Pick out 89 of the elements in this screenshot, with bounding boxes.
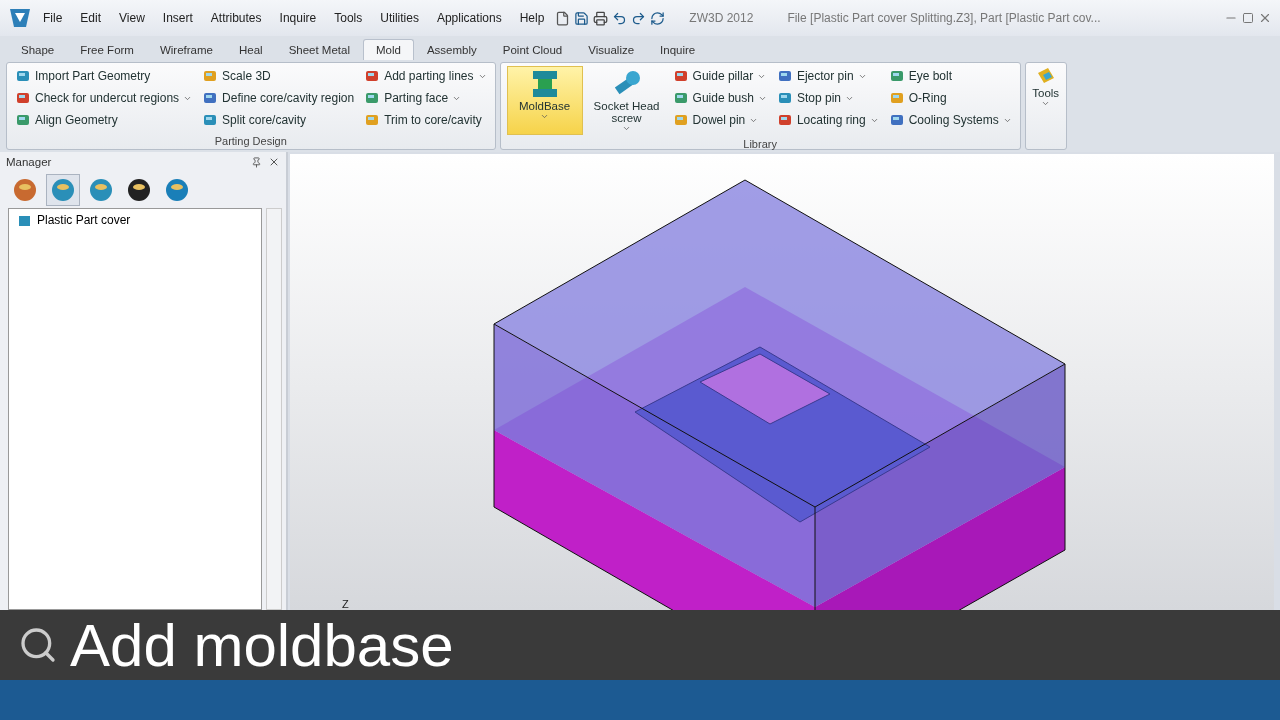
ribbon-button[interactable]: Import Part Geometry — [13, 66, 195, 86]
tool-icon — [888, 112, 905, 128]
dropdown-caret-icon — [1041, 99, 1051, 108]
tool-icon — [202, 90, 219, 106]
tab-icon — [11, 177, 39, 203]
scrollbar[interactable] — [266, 208, 282, 610]
ribbon-tab[interactable]: Wireframe — [146, 39, 226, 60]
window-title: File [Plastic Part cover Splitting.Z3], Part [Plastic Part cov... — [787, 11, 1101, 25]
tool-icon — [776, 90, 793, 106]
ribbon-button[interactable]: Scale 3D — [200, 66, 357, 86]
maximize-icon[interactable] — [1242, 12, 1254, 24]
save-icon[interactable] — [574, 10, 590, 26]
tool-icon — [776, 112, 793, 128]
tool-icon — [15, 68, 31, 84]
menu-item[interactable]: Inquire — [272, 11, 324, 25]
tool-icon — [15, 90, 31, 106]
axis-label: Z — [342, 598, 349, 610]
ribbon-tab[interactable]: Shape — [8, 39, 68, 60]
ribbon-tab[interactable]: Assembly — [413, 39, 490, 60]
panel-title: Manager — [6, 156, 52, 168]
tab-icon — [49, 177, 77, 203]
pin-icon[interactable] — [251, 156, 262, 168]
tab-icon — [163, 177, 191, 203]
app-logo-icon — [8, 6, 32, 30]
ribbon-button[interactable]: Define core/cavity region — [200, 88, 357, 108]
new-file-icon[interactable] — [555, 10, 571, 26]
print-icon[interactable] — [593, 10, 609, 26]
undo-icon[interactable] — [612, 10, 628, 26]
tool-icon — [672, 90, 689, 106]
ribbon-button[interactable]: Add parting lines — [362, 66, 489, 86]
ribbon-tab[interactable]: Heal — [225, 39, 276, 60]
tool-icon — [888, 68, 905, 84]
ribbon-button[interactable]: Cooling Systems — [886, 110, 1014, 130]
ribbon-button[interactable]: Guide pillar — [670, 66, 769, 86]
tool-icon — [672, 68, 689, 84]
close-icon[interactable] — [1258, 11, 1272, 25]
ribbon-button[interactable]: Align Geometry — [13, 110, 195, 130]
ribbon-button[interactable]: Stop pin — [774, 88, 881, 108]
menu-item[interactable]: File — [36, 11, 70, 25]
ribbon-button[interactable]: O-Ring — [886, 88, 1014, 108]
ribbon-button[interactable]: Locating ring — [774, 110, 881, 130]
tool-icon — [888, 90, 905, 106]
group-title: Library — [742, 138, 778, 152]
ribbon-tab[interactable]: Point Cloud — [489, 39, 576, 60]
tools-button[interactable]: Tools — [1025, 63, 1066, 110]
redo-icon[interactable] — [631, 10, 647, 26]
ribbon-tab[interactable]: Inquire — [647, 39, 709, 60]
tool-icon — [364, 90, 381, 106]
tool-icon — [15, 112, 31, 128]
dropdown-caret-icon — [540, 112, 550, 121]
menu-item[interactable]: Edit — [73, 11, 109, 25]
ribbon-button[interactable]: Ejector pin — [774, 66, 881, 86]
ribbon-button[interactable]: Trim to core/cavity — [362, 110, 489, 130]
ribbon-button[interactable]: Guide bush — [670, 88, 769, 108]
group-title: Parting Design — [213, 135, 288, 149]
menu-item[interactable]: View — [112, 11, 152, 25]
ribbon-tab[interactable]: Mold — [363, 39, 414, 60]
caption-text: Add moldbase — [70, 610, 454, 680]
menu-item[interactable]: Help — [512, 11, 552, 25]
menu-item[interactable]: Attributes — [203, 11, 269, 25]
large-ribbon-button[interactable]: Socket Head screw — [588, 66, 665, 135]
menu-item[interactable]: Utilities — [373, 11, 426, 25]
close-icon[interactable] — [268, 156, 280, 168]
ribbon-button[interactable]: Eye bolt — [886, 66, 1014, 86]
menu-item[interactable]: Insert — [155, 11, 200, 25]
dropdown-caret-icon — [622, 124, 632, 133]
search-icon — [18, 625, 58, 665]
menu-item[interactable]: Tools — [327, 11, 370, 25]
3d-viewport[interactable]: Z — [290, 154, 1274, 610]
ribbon-button[interactable]: Split core/cavity — [200, 110, 357, 130]
tab-icon — [87, 177, 115, 203]
tree-item[interactable]: Plastic Part cover — [37, 213, 131, 227]
tool-icon — [202, 112, 219, 128]
ribbon-tab[interactable]: Sheet Metal — [275, 39, 363, 60]
ribbon-button[interactable]: Parting face — [362, 88, 489, 108]
large-ribbon-button[interactable]: MoldBase — [506, 66, 583, 135]
tool-icon — [202, 68, 219, 84]
menu-item[interactable]: Applications — [429, 11, 509, 25]
ribbon-button[interactable]: Check for undercut regions — [13, 88, 195, 108]
tool-icon — [364, 68, 381, 84]
tool-icon — [776, 68, 793, 84]
ribbon-tab[interactable]: Visualize — [575, 39, 648, 60]
refresh-icon[interactable] — [650, 10, 666, 26]
app-name: ZW3D 2012 — [689, 11, 754, 25]
tool-icon — [672, 112, 689, 128]
tab-icon — [125, 177, 153, 203]
ribbon-button[interactable]: Dowel pin — [670, 110, 769, 130]
tool-icon — [364, 112, 381, 128]
ribbon-tab[interactable]: Free Form — [67, 39, 147, 60]
